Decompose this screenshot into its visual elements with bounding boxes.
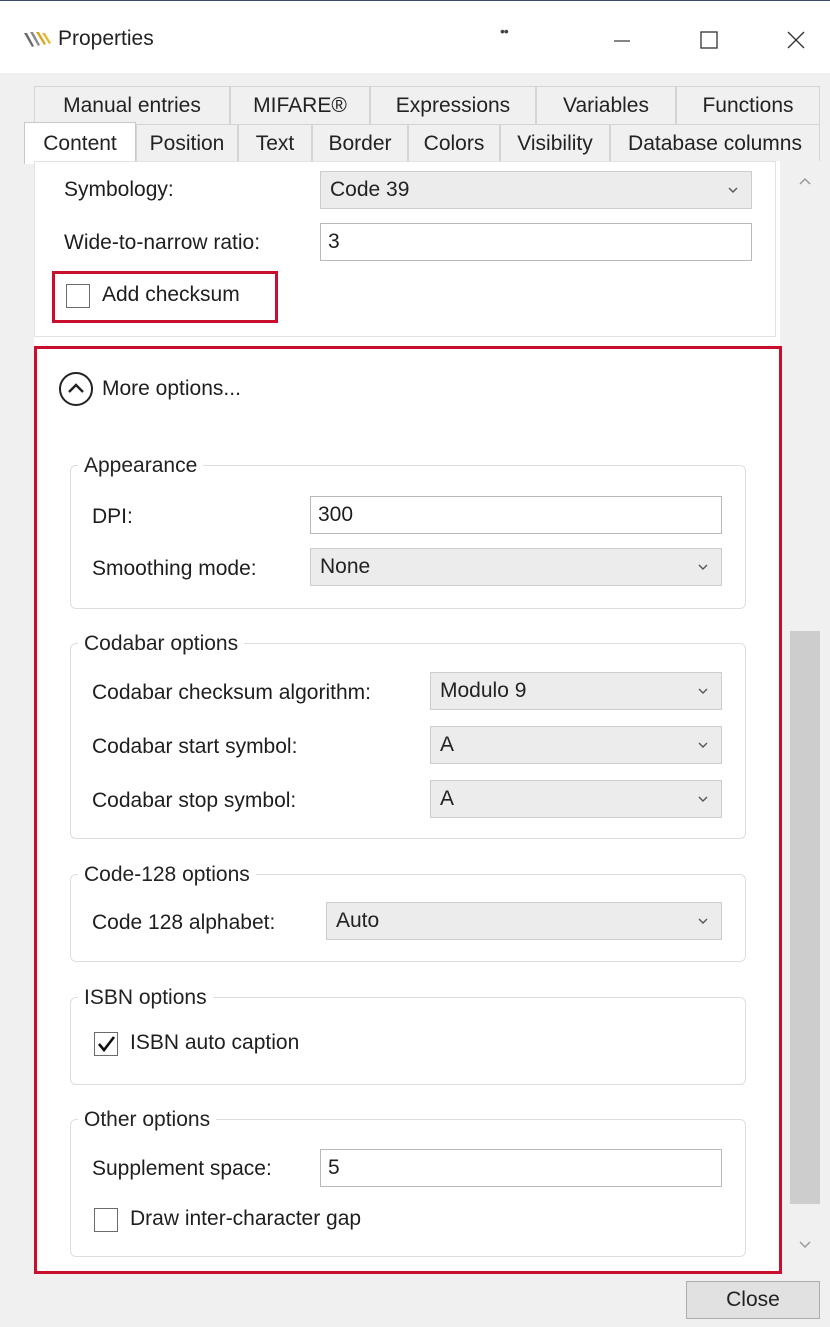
appearance-group bbox=[70, 465, 746, 609]
more-options-link[interactable]: More options... bbox=[102, 377, 241, 401]
codabar-stop-select[interactable]: A bbox=[430, 780, 722, 818]
app-logo-icon bbox=[24, 32, 51, 47]
tab-position[interactable]: Position bbox=[136, 124, 238, 162]
other-options-group bbox=[70, 1119, 746, 1257]
code128-title: Code-128 options bbox=[78, 863, 256, 887]
code128-alphabet-label: Code 128 alphabet: bbox=[92, 911, 276, 934]
code128-alphabet-value: Auto bbox=[336, 909, 380, 932]
codabar-checksum-value: Modulo 9 bbox=[440, 679, 527, 702]
minimize-icon bbox=[614, 40, 630, 42]
smoothing-label: Smoothing mode: bbox=[92, 557, 257, 580]
close-window-button[interactable] bbox=[766, 17, 826, 61]
tab-database-columns[interactable]: Database columns bbox=[610, 124, 820, 162]
chevron-down-icon bbox=[728, 187, 738, 193]
smoothing-value: None bbox=[320, 555, 371, 578]
chevron-down-icon bbox=[698, 688, 708, 694]
other-options-title: Other options bbox=[78, 1108, 217, 1132]
smoothing-select[interactable]: None bbox=[310, 548, 722, 586]
close-icon bbox=[787, 31, 805, 49]
tab-row-1: Manual entries MIFARE® Expressions Varia… bbox=[34, 86, 820, 124]
codabar-start-value: A bbox=[440, 733, 455, 756]
title-bar: Properties •• bbox=[0, 1, 830, 73]
checkmark-icon bbox=[98, 1036, 116, 1053]
codabar-start-select[interactable]: A bbox=[430, 726, 722, 764]
inter-character-gap-label: Draw inter-character gap bbox=[130, 1207, 362, 1230]
close-button[interactable]: Close bbox=[686, 1281, 820, 1319]
add-checksum-label: Add checksum bbox=[102, 283, 240, 306]
chevron-down-icon bbox=[698, 564, 708, 570]
code128-alphabet-select[interactable]: Auto bbox=[326, 902, 722, 940]
ratio-label: Wide-to-narrow ratio: bbox=[64, 231, 261, 254]
maximize-icon bbox=[700, 31, 718, 49]
maximize-button[interactable] bbox=[680, 17, 740, 61]
isbn-title: ISBN options bbox=[78, 986, 213, 1010]
minimize-button[interactable] bbox=[592, 17, 652, 61]
tab-colors[interactable]: Colors bbox=[408, 124, 500, 162]
tab-row-2: Position Text Border Colors Visibility D… bbox=[24, 122, 820, 164]
ratio-input[interactable]: 3 bbox=[320, 223, 752, 261]
isbn-auto-caption-checkbox[interactable] bbox=[94, 1032, 118, 1056]
codabar-checksum-label: Codabar checksum algorithm: bbox=[92, 681, 371, 704]
codabar-stop-label: Codabar stop symbol: bbox=[92, 789, 297, 812]
codabar-stop-value: A bbox=[440, 787, 455, 810]
isbn-auto-caption-label: ISBN auto caption bbox=[130, 1031, 300, 1054]
collapse-circle-icon[interactable] bbox=[58, 371, 94, 407]
scroll-down-icon[interactable] bbox=[796, 1237, 814, 1253]
tab-border[interactable]: Border bbox=[312, 124, 408, 162]
symbology-label: Symbology: bbox=[64, 178, 174, 201]
scrollbar-thumb[interactable] bbox=[790, 631, 820, 1204]
tab-visibility[interactable]: Visibility bbox=[500, 124, 610, 162]
chevron-down-icon bbox=[698, 742, 708, 748]
properties-window: Properties •• Manual entries MIFARE® Exp… bbox=[0, 0, 830, 1327]
tab-expressions[interactable]: Expressions bbox=[370, 86, 536, 124]
chevron-down-icon bbox=[698, 796, 708, 802]
tab-text[interactable]: Text bbox=[238, 124, 312, 162]
inter-character-gap-checkbox[interactable] bbox=[94, 1208, 118, 1232]
symbology-select[interactable]: Code 39 bbox=[320, 171, 752, 209]
title-dots: •• bbox=[500, 23, 509, 39]
symbology-value: Code 39 bbox=[330, 178, 410, 201]
tab-variables[interactable]: Variables bbox=[536, 86, 676, 124]
codabar-checksum-select[interactable]: Modulo 9 bbox=[430, 672, 722, 710]
add-checksum-checkbox[interactable] bbox=[66, 284, 90, 308]
tab-mifare[interactable]: MIFARE® bbox=[230, 86, 370, 124]
codabar-title: Codabar options bbox=[78, 632, 245, 656]
supplement-space-label: Supplement space: bbox=[92, 1157, 272, 1180]
window-title: Properties bbox=[58, 27, 154, 50]
appearance-title: Appearance bbox=[78, 454, 204, 478]
tab-manual-entries[interactable]: Manual entries bbox=[34, 86, 230, 124]
dpi-input[interactable]: 300 bbox=[310, 496, 722, 534]
dpi-label: DPI: bbox=[92, 505, 133, 528]
tab-functions[interactable]: Functions bbox=[676, 86, 820, 124]
supplement-space-input[interactable]: 5 bbox=[320, 1149, 722, 1187]
tab-content[interactable]: Content bbox=[24, 122, 136, 164]
chevron-down-icon bbox=[698, 918, 708, 924]
codabar-start-label: Codabar start symbol: bbox=[92, 735, 298, 758]
scroll-up-icon[interactable] bbox=[796, 173, 814, 189]
